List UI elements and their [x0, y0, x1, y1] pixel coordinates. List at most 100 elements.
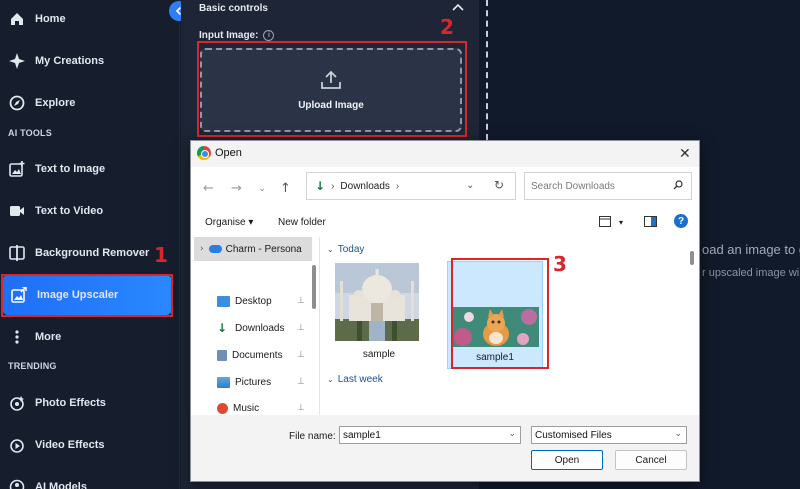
- sidebar-item-label: My Creations: [35, 55, 105, 67]
- preview-pane-icon[interactable]: [644, 216, 657, 227]
- split-icon: [8, 244, 26, 262]
- breadcrumb-separator: ›: [331, 180, 335, 192]
- collapse-chevron-icon: ⌄: [327, 375, 334, 384]
- nav-pane-scrollbar[interactable]: [312, 265, 316, 309]
- sidebar-item-label: Photo Effects: [35, 397, 106, 409]
- address-dropdown-icon[interactable]: ⌄: [466, 180, 474, 191]
- annotation-number-2: 2: [440, 15, 454, 39]
- dialog-footer: File name: sample1 ⌄ Customised Files ⌄ …: [191, 415, 699, 481]
- refresh-icon[interactable]: ↻: [494, 178, 504, 192]
- annotation-box-2: [197, 41, 467, 137]
- breadcrumb-separator-end: ›: [395, 180, 400, 192]
- sidebar-item-text-to-image[interactable]: Text to Image: [0, 151, 180, 187]
- input-image-label: Input Image: i: [199, 30, 275, 41]
- sidebar-item-label: Explore: [35, 97, 76, 109]
- view-options-icon[interactable]: [599, 216, 611, 227]
- info-icon[interactable]: i: [263, 30, 275, 41]
- more-vertical-icon: [8, 328, 26, 346]
- group-header-label: Last week: [337, 374, 383, 385]
- panel-title: Basic controls: [199, 3, 268, 14]
- chevron-up-icon[interactable]: [451, 2, 465, 14]
- image-plus-icon: [8, 160, 26, 178]
- sidebar-item-label: Video Effects: [35, 439, 105, 451]
- pane-separator: [319, 237, 320, 415]
- sidebar-item-label: Home: [35, 13, 66, 25]
- file-thumbnail: [335, 263, 419, 341]
- nav-item-label: Music: [233, 402, 260, 414]
- sidebar-item-explore[interactable]: Explore: [0, 85, 180, 121]
- pin-icon: ⊥: [297, 296, 305, 306]
- annotation-number-1: 1: [154, 243, 168, 267]
- sidebar-item-my-creations[interactable]: My Creations: [0, 43, 180, 79]
- nav-item-documents[interactable]: Documents ⊥: [217, 345, 307, 365]
- organise-menu[interactable]: Organise ▾: [205, 217, 253, 228]
- dialog-title: Open: [215, 147, 242, 159]
- cloud-icon: [208, 245, 222, 253]
- nav-item-label: Pictures: [235, 376, 272, 388]
- desktop-icon: [217, 295, 230, 307]
- new-folder-button[interactable]: New folder: [278, 217, 326, 228]
- sidebar-item-label: AI Models: [35, 481, 87, 489]
- search-input[interactable]: Search Downloads: [524, 172, 692, 200]
- sidebar-item-text-to-video[interactable]: Text to Video: [0, 193, 180, 229]
- sidebar-item-photo-effects[interactable]: Photo Effects: [0, 385, 180, 421]
- dialog-toolbar: Organise ▾ New folder ▾ ?: [191, 211, 699, 235]
- sidebar-item-background-remover[interactable]: Background Remover: [0, 235, 180, 271]
- group-header-last-week[interactable]: ⌄ Last week: [327, 374, 383, 385]
- file-list-scrollbar[interactable]: [690, 251, 694, 265]
- music-icon: [217, 402, 228, 414]
- nav-item-label: Downloads: [235, 322, 285, 334]
- up-arrow-icon[interactable]: ↑: [280, 181, 291, 196]
- nav-item-downloads[interactable]: ↓ Downloads ⊥: [217, 318, 307, 338]
- divider: [486, 0, 488, 140]
- file-name-value: sample1: [343, 429, 381, 441]
- pin-icon: ⊥: [297, 323, 305, 333]
- file-name-input[interactable]: sample1 ⌄: [339, 426, 521, 444]
- nav-item-label: Desktop: [235, 295, 272, 307]
- open-file-dialog: Open ✕ ← → ⌄ ↑ ↓ › Downloads › ⌄ ↻ Searc…: [190, 140, 700, 482]
- sidebar-item-more[interactable]: More: [0, 319, 180, 355]
- annotation-number-3: 3: [553, 252, 567, 276]
- dialog-titlebar: Open ✕: [191, 141, 699, 167]
- annotation-box-1: [1, 274, 173, 317]
- file-name: sample: [362, 349, 396, 360]
- back-arrow-icon[interactable]: ←: [203, 181, 214, 196]
- file-name-label: File name:: [289, 431, 336, 442]
- chrome-icon: [197, 146, 211, 160]
- nav-item-pictures[interactable]: Pictures ⊥: [217, 372, 307, 392]
- file-type-select[interactable]: Customised Files ⌄: [531, 426, 687, 444]
- chevron-down-icon: ⌄: [674, 429, 682, 439]
- collapse-chevron-icon: ⌄: [327, 245, 334, 254]
- download-icon: ↓: [217, 320, 228, 335]
- group-header-today[interactable]: ⌄ Today: [327, 244, 364, 255]
- pin-icon: ⊥: [297, 377, 305, 387]
- view-dropdown-icon[interactable]: ▾: [619, 218, 623, 227]
- expand-icon: ›: [200, 244, 204, 254]
- address-bar[interactable]: ↓ › Downloads ›: [306, 172, 516, 200]
- search-placeholder: Search Downloads: [531, 180, 615, 192]
- open-button[interactable]: Open: [531, 450, 603, 470]
- recent-chevron-icon[interactable]: ⌄: [258, 183, 266, 194]
- sidebar-item-label: Background Remover: [35, 247, 150, 259]
- sidebar-item-home[interactable]: Home: [0, 1, 180, 37]
- input-image-label-text: Input Image:: [199, 30, 259, 41]
- sidebar: Home My Creations Explore AI TOOLS Text …: [0, 0, 180, 489]
- annotation-box-3: [451, 258, 549, 369]
- sidebar-item-ai-models[interactable]: AI Models: [0, 469, 180, 489]
- sidebar-item-label: Text to Image: [35, 163, 106, 175]
- breadcrumb-downloads[interactable]: Downloads: [340, 181, 389, 192]
- photo-effects-icon: [8, 394, 26, 412]
- sidebar-item-video-effects[interactable]: Video Effects: [0, 427, 180, 463]
- group-header-label: Today: [337, 244, 365, 255]
- file-item-sample[interactable]: sample: [331, 261, 427, 369]
- sparkle-icon: [8, 52, 26, 70]
- cancel-button[interactable]: Cancel: [615, 450, 687, 470]
- nav-item-desktop[interactable]: Desktop ⊥: [217, 291, 307, 311]
- background-hint-line2: r upscaled image will: [702, 267, 800, 279]
- download-icon: ↓: [315, 179, 326, 193]
- chevron-down-icon[interactable]: ⌄: [508, 429, 516, 439]
- help-icon[interactable]: ?: [674, 214, 688, 228]
- nav-pane-onedrive[interactable]: › Charm - Persona: [194, 237, 312, 261]
- close-icon[interactable]: ✕: [679, 146, 691, 162]
- forward-arrow-icon[interactable]: →: [231, 181, 242, 196]
